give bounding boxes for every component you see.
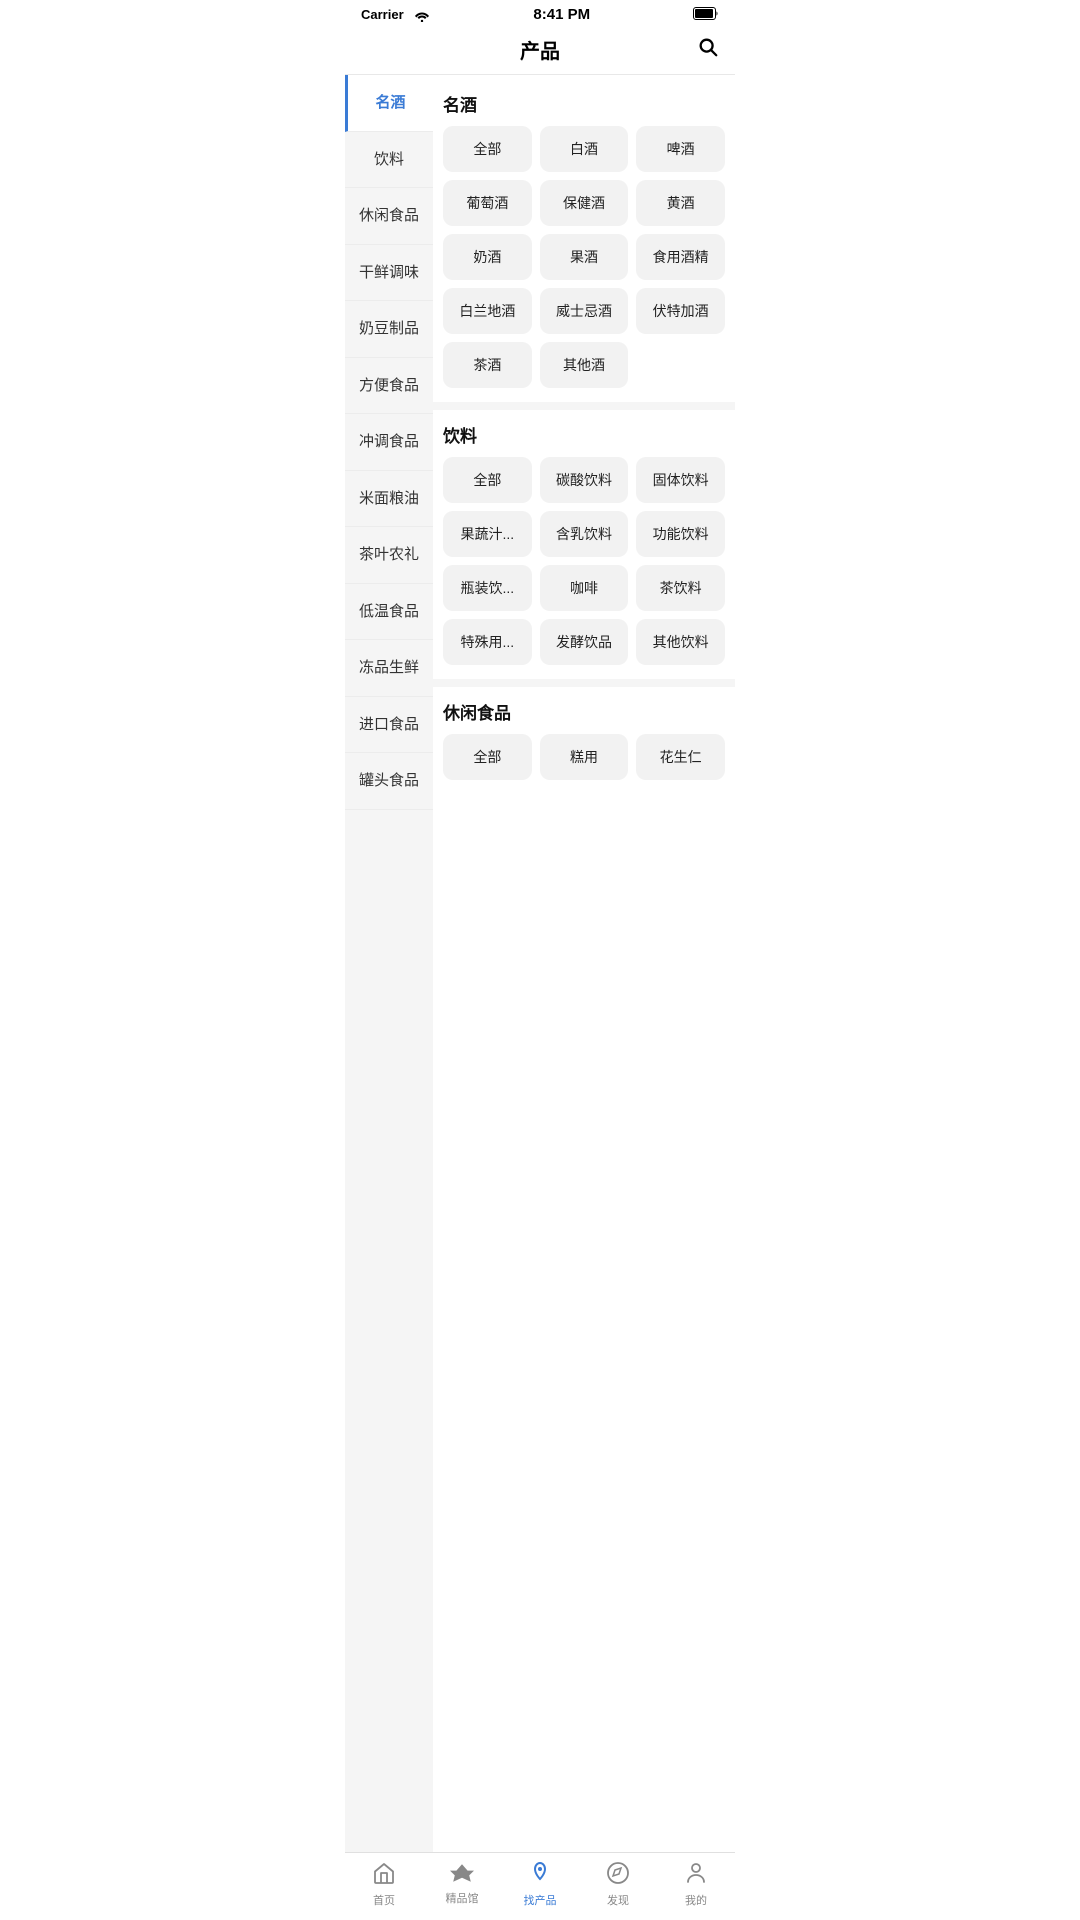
sidebar-item-ganxian[interactable]: 干鲜调味: [345, 245, 433, 302]
tag-gongneng[interactable]: 功能饮料: [636, 511, 725, 557]
tab-mine-label: 我的: [685, 1892, 707, 1908]
sidebar-item-yinliao[interactable]: 饮料: [345, 132, 433, 189]
yinliao-section: 饮料 全部 碳酸饮料 固体饮料 果蔬汁... 含乳饮料 功能饮料 瓶装饮... …: [443, 422, 725, 665]
mingju-section: 名酒 全部 白酒 啤酒 葡萄酒 保健酒 黄酒 奶酒 果酒 食用酒精 白兰地酒 威…: [443, 91, 725, 388]
discover-icon: [606, 1861, 630, 1889]
mingju-tags: 全部 白酒 啤酒 葡萄酒 保健酒 黄酒 奶酒 果酒 食用酒精 白兰地酒 威士忌酒…: [443, 126, 725, 388]
sidebar-item-chaye[interactable]: 茶叶农礼: [345, 527, 433, 584]
tag-huasheng[interactable]: 花生仁: [636, 734, 725, 780]
yinliao-title: 饮料: [443, 422, 725, 447]
tag-huangjiu[interactable]: 黄酒: [636, 180, 725, 226]
search-button[interactable]: [697, 36, 719, 64]
category-content: 名酒 全部 白酒 啤酒 葡萄酒 保健酒 黄酒 奶酒 果酒 食用酒精 白兰地酒 威…: [433, 75, 735, 1885]
tag-quanbu-1[interactable]: 全部: [443, 126, 532, 172]
xiuxian-tags: 全部 糕用 花生仁: [443, 734, 725, 780]
tab-home[interactable]: 首页: [354, 1861, 414, 1908]
sidebar-item-jinkou[interactable]: 进口食品: [345, 697, 433, 754]
main-layout: 名酒 饮料 休闲食品 干鲜调味 奶豆制品 方便食品 冲调食品 米面粮油 茶叶农礼…: [345, 75, 735, 1885]
products-icon: [528, 1861, 552, 1889]
xiuxian-section: 休闲食品 全部 糕用 花生仁: [443, 699, 725, 780]
mingju-title: 名酒: [443, 91, 725, 116]
tag-gaoyong[interactable]: 糕用: [540, 734, 629, 780]
section-divider-1: [433, 402, 735, 410]
tag-shiyong[interactable]: 食用酒精: [636, 234, 725, 280]
tag-weishiji[interactable]: 威士忌酒: [540, 288, 629, 334]
tag-futejia[interactable]: 伏特加酒: [636, 288, 725, 334]
tag-pijiu[interactable]: 啤酒: [636, 126, 725, 172]
tab-discover[interactable]: 发现: [588, 1861, 648, 1908]
sidebar-item-diwen[interactable]: 低温食品: [345, 584, 433, 641]
tag-baojian[interactable]: 保健酒: [540, 180, 629, 226]
tag-teshu[interactable]: 特殊用...: [443, 619, 532, 665]
sidebar-item-mingju[interactable]: 名酒: [345, 75, 433, 132]
tag-qitayinliao[interactable]: 其他饮料: [636, 619, 725, 665]
tag-kafei[interactable]: 咖啡: [540, 565, 629, 611]
tag-guoshuzhi[interactable]: 果蔬汁...: [443, 511, 532, 557]
sidebar-item-fangbian[interactable]: 方便食品: [345, 358, 433, 415]
home-icon: [372, 1861, 396, 1889]
tab-mine[interactable]: 我的: [666, 1861, 726, 1908]
tag-bailandi[interactable]: 白兰地酒: [443, 288, 532, 334]
tag-chajiu[interactable]: 茶酒: [443, 342, 532, 388]
time-display: 8:41 PM: [533, 6, 590, 23]
carrier-wifi: Carrier: [361, 7, 430, 22]
category-sidebar: 名酒 饮料 休闲食品 干鲜调味 奶豆制品 方便食品 冲调食品 米面粮油 茶叶农礼…: [345, 75, 433, 1885]
tag-fajiao[interactable]: 发酵饮品: [540, 619, 629, 665]
tab-discover-label: 发现: [607, 1892, 629, 1908]
sidebar-item-guantou[interactable]: 罐头食品: [345, 753, 433, 810]
tag-tansuan[interactable]: 碳酸饮料: [540, 457, 629, 503]
sidebar-item-xiuxian[interactable]: 休闲食品: [345, 188, 433, 245]
tag-quanbu-2[interactable]: 全部: [443, 457, 532, 503]
mine-icon: [684, 1861, 708, 1889]
tag-baijiu[interactable]: 白酒: [540, 126, 629, 172]
tab-bar: 首页 精品馆 找产品 发现: [345, 1852, 735, 1920]
sidebar-item-miliang[interactable]: 米面粮油: [345, 471, 433, 528]
tab-home-label: 首页: [373, 1892, 395, 1908]
tag-hanru[interactable]: 含乳饮料: [540, 511, 629, 557]
tag-chayinliao[interactable]: 茶饮料: [636, 565, 725, 611]
sidebar-item-dongpin[interactable]: 冻品生鲜: [345, 640, 433, 697]
page-title: 产品: [520, 35, 560, 64]
sidebar-item-naidou[interactable]: 奶豆制品: [345, 301, 433, 358]
tab-products[interactable]: 找产品: [510, 1861, 570, 1908]
tag-putaojiu[interactable]: 葡萄酒: [443, 180, 532, 226]
tag-naijiu[interactable]: 奶酒: [443, 234, 532, 280]
tag-guojiu[interactable]: 果酒: [540, 234, 629, 280]
tab-products-label: 找产品: [524, 1892, 557, 1908]
header: 产品: [345, 27, 735, 75]
sidebar-item-chongtiao[interactable]: 冲调食品: [345, 414, 433, 471]
battery-icon: [693, 7, 719, 23]
status-bar: Carrier 8:41 PM: [345, 0, 735, 27]
tag-quanbu-3[interactable]: 全部: [443, 734, 532, 780]
yinliao-tags: 全部 碳酸饮料 固体饮料 果蔬汁... 含乳饮料 功能饮料 瓶装饮... 咖啡 …: [443, 457, 725, 665]
premium-icon: [450, 1863, 474, 1887]
tab-premium[interactable]: 精品馆: [432, 1863, 492, 1906]
tag-guti[interactable]: 固体饮料: [636, 457, 725, 503]
tag-qitajiu[interactable]: 其他酒: [540, 342, 629, 388]
tag-pinzhuang[interactable]: 瓶装饮...: [443, 565, 532, 611]
tab-premium-label: 精品馆: [446, 1890, 479, 1906]
section-divider-2: [433, 679, 735, 687]
xiuxian-title: 休闲食品: [443, 699, 725, 724]
